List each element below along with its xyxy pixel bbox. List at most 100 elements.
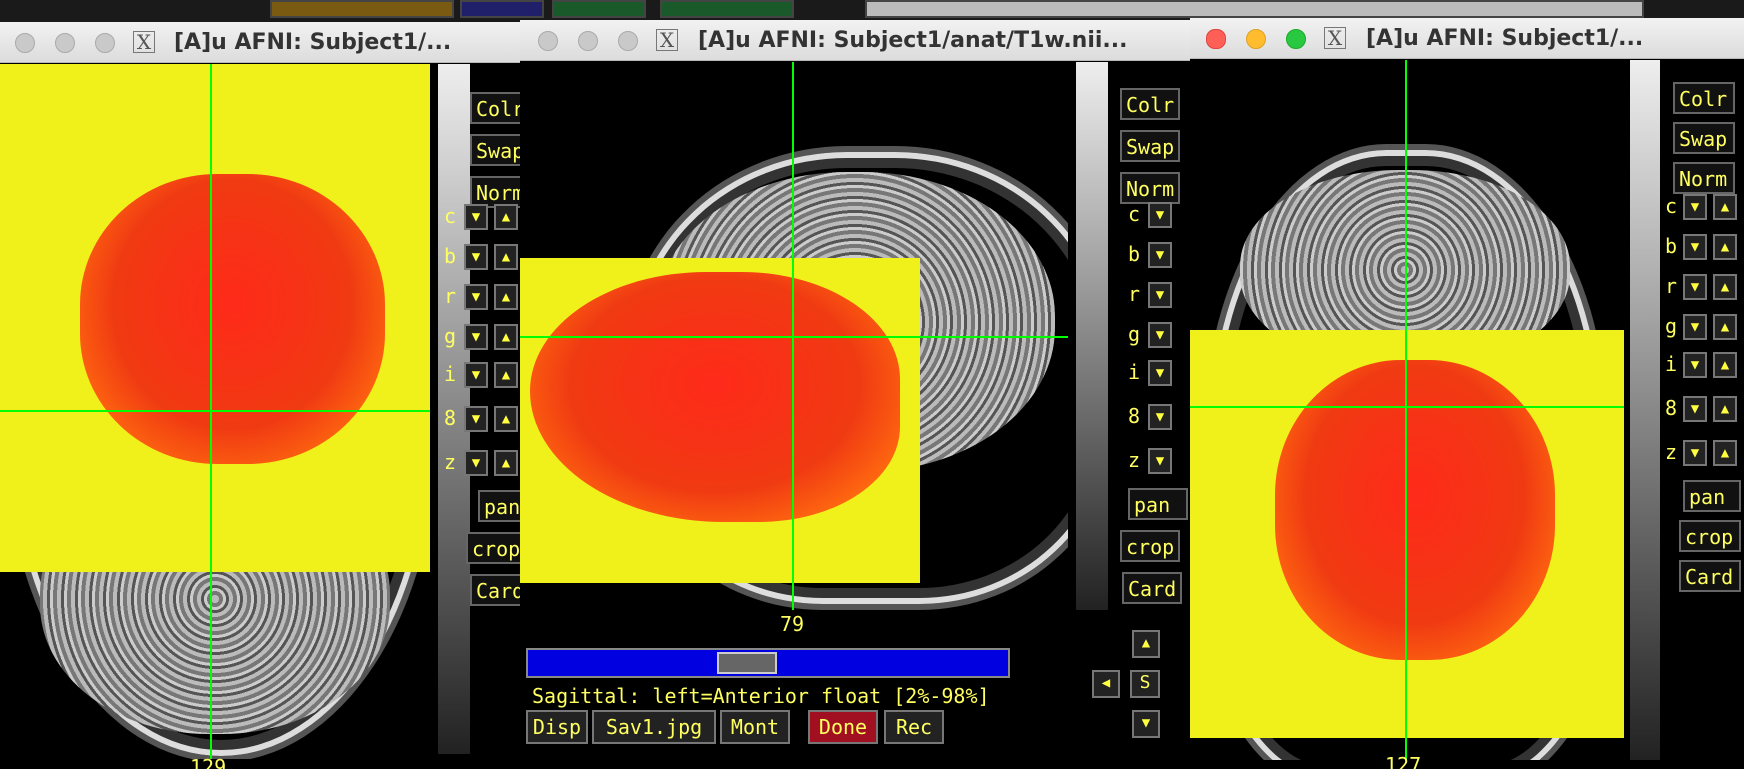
minimize-icon[interactable] <box>578 31 598 51</box>
background-window-chip <box>552 0 646 18</box>
arrow-up-icon[interactable]: ▲ <box>1132 630 1160 658</box>
image-viewer-coronal[interactable] <box>1190 60 1624 760</box>
close-icon[interactable] <box>15 33 35 53</box>
arrow-down-icon[interactable]: ▼ <box>1683 352 1707 378</box>
arrow-down-icon[interactable]: ▼ <box>464 204 488 230</box>
arrow-up-icon[interactable]: ▲ <box>494 284 518 310</box>
arrow-down-icon[interactable]: ▼ <box>464 406 488 432</box>
swap-button[interactable]: Swap <box>470 134 525 166</box>
close-icon[interactable] <box>538 31 558 51</box>
pan-button[interactable]: pan <box>1683 480 1741 512</box>
pan-button[interactable]: pan <box>1128 488 1188 520</box>
arrow-down-icon[interactable]: ▼ <box>1148 448 1172 474</box>
window-titlebar[interactable]: X [A]u AFNI: Subject1/... <box>1190 18 1744 59</box>
arrow-up-icon[interactable]: ▲ <box>1713 234 1737 260</box>
arrow-down-icon[interactable]: ▼ <box>464 244 488 270</box>
arrow-down-icon[interactable]: ▼ <box>1132 710 1160 738</box>
arrow-down-icon[interactable]: ▼ <box>464 450 488 476</box>
grayscale-bar <box>1076 62 1108 610</box>
control-label-z: z <box>1665 440 1678 464</box>
background-window-chip <box>270 0 454 18</box>
control-label-g: g <box>1128 322 1141 346</box>
norm-button[interactable]: Norm <box>1120 172 1180 204</box>
control-label-i: i <box>1665 352 1678 376</box>
save-jpg-button[interactable]: Sav1.jpg <box>592 710 716 744</box>
afni-window-axial: X [A]u AFNI: Subject1/... 129 Colr Swap … <box>0 22 525 769</box>
arrow-down-icon[interactable]: ▼ <box>1148 242 1172 268</box>
colr-button[interactable]: Colr <box>1673 82 1735 114</box>
arrow-down-icon[interactable]: ▼ <box>1148 404 1172 430</box>
arrow-up-icon[interactable]: ▲ <box>1713 440 1737 466</box>
arrow-down-icon[interactable]: ▼ <box>1683 234 1707 260</box>
arrow-left-icon[interactable]: ◀ <box>1092 670 1120 698</box>
window-title: [A]u AFNI: Subject1/... <box>1366 26 1644 51</box>
arrow-up-icon[interactable]: ▲ <box>494 324 518 350</box>
arrow-down-icon[interactable]: ▼ <box>1683 194 1707 220</box>
image-viewer-axial[interactable] <box>0 64 430 759</box>
colr-button[interactable]: Colr <box>1120 88 1180 120</box>
arrow-up-icon[interactable]: ▲ <box>494 362 518 388</box>
background-window-chip <box>660 0 794 18</box>
arrow-down-icon[interactable]: ▼ <box>1683 274 1707 300</box>
swap-button[interactable]: Swap <box>1673 122 1735 154</box>
arrow-down-icon[interactable]: ▼ <box>1148 282 1172 308</box>
control-label-c: c <box>1128 202 1141 226</box>
arrow-down-icon[interactable]: ▼ <box>464 284 488 310</box>
control-label-c: c <box>444 204 457 228</box>
arrow-up-icon[interactable]: ▲ <box>494 204 518 230</box>
arrow-down-icon[interactable]: ▼ <box>1148 202 1172 228</box>
minimize-icon[interactable] <box>55 33 75 53</box>
slider-thumb[interactable] <box>717 652 777 674</box>
rec-button[interactable]: Rec <box>884 710 944 744</box>
colr-button[interactable]: Colr <box>470 92 525 124</box>
grayscale-bar <box>1630 60 1660 760</box>
slice-slider[interactable] <box>526 648 1010 678</box>
crosshair-horizontal <box>0 410 430 412</box>
arrow-down-icon[interactable]: ▼ <box>1683 440 1707 466</box>
card-button[interactable]: Card <box>470 574 525 606</box>
arrow-up-icon[interactable]: ▲ <box>1713 194 1737 220</box>
control-label-c: c <box>1665 194 1678 218</box>
arrow-down-icon[interactable]: ▼ <box>1148 360 1172 386</box>
arrow-up-icon[interactable]: ▲ <box>1713 314 1737 340</box>
crop-button[interactable]: crop <box>1679 520 1741 552</box>
minimize-icon[interactable] <box>1246 29 1266 49</box>
arrow-up-icon[interactable]: ▲ <box>1713 396 1737 422</box>
zoom-icon[interactable] <box>1286 29 1306 49</box>
arrow-up-icon[interactable]: ▲ <box>494 406 518 432</box>
control-label-z: z <box>444 450 457 474</box>
control-label-r: r <box>1665 274 1678 298</box>
arrow-up-icon[interactable]: ▲ <box>494 244 518 270</box>
card-button[interactable]: Card <box>1122 572 1182 604</box>
crop-button[interactable]: crop <box>466 532 525 564</box>
close-icon[interactable] <box>1206 29 1226 49</box>
arrow-up-icon[interactable]: ▲ <box>1713 274 1737 300</box>
crop-button[interactable]: crop <box>1120 530 1180 562</box>
window-titlebar[interactable]: X [A]u AFNI: Subject1/anat/T1w.nii... <box>520 20 1200 61</box>
zoom-icon[interactable] <box>618 31 638 51</box>
mont-button[interactable]: Mont <box>720 710 790 744</box>
zoom-icon[interactable] <box>95 33 115 53</box>
pan-button[interactable]: pan <box>478 490 525 522</box>
arrow-down-icon[interactable]: ▼ <box>464 362 488 388</box>
crosshair-horizontal <box>520 336 1068 338</box>
arrow-down-icon[interactable]: ▼ <box>1683 396 1707 422</box>
nav-center-button[interactable]: S <box>1130 670 1160 698</box>
arrow-down-icon[interactable]: ▼ <box>1683 314 1707 340</box>
arrow-down-icon[interactable]: ▼ <box>1148 322 1172 348</box>
control-panel: Colr Swap Norm c ▼ ▲ b ▼ ▲ r ▼ ▲ g ▼ ▲ i… <box>444 64 525 764</box>
norm-button[interactable]: Norm <box>1673 162 1735 194</box>
done-button[interactable]: Done <box>808 710 878 744</box>
window-titlebar[interactable]: X [A]u AFNI: Subject1/... <box>0 22 525 63</box>
card-button[interactable]: Card <box>1679 560 1741 592</box>
arrow-down-icon[interactable]: ▼ <box>464 324 488 350</box>
image-viewer-sagittal[interactable] <box>520 62 1068 610</box>
window-title: [A]u AFNI: Subject1/anat/T1w.nii... <box>698 28 1128 53</box>
arrow-up-icon[interactable]: ▲ <box>494 450 518 476</box>
swap-button[interactable]: Swap <box>1120 130 1180 162</box>
crosshair-vertical <box>1405 60 1407 760</box>
slice-number: 129 <box>190 755 227 769</box>
arrow-up-icon[interactable]: ▲ <box>1713 352 1737 378</box>
afni-window-sagittal: X [A]u AFNI: Subject1/anat/T1w.nii... 79… <box>520 20 1200 755</box>
disp-button[interactable]: Disp <box>526 710 588 744</box>
